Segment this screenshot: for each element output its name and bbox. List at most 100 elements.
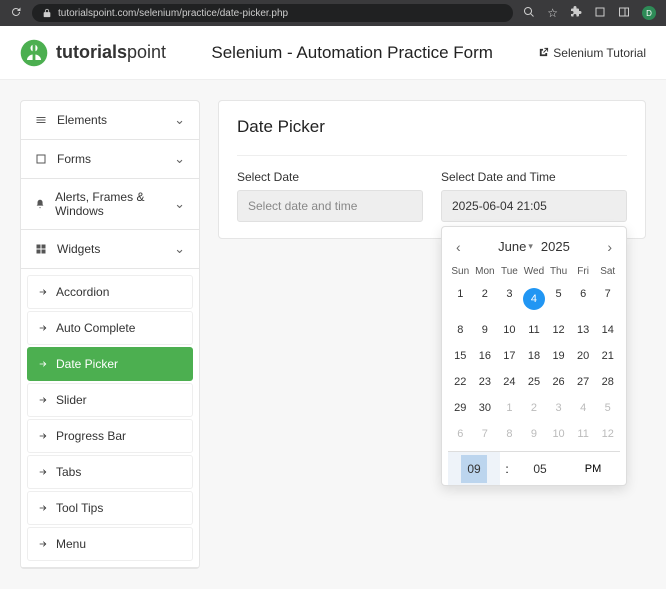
profile-avatar[interactable]: D [642,6,656,20]
sidebar-item-tabs[interactable]: Tabs [27,455,193,489]
sidebar: Elements ⌄ Forms ⌄ Alerts, Frames & Wind… [20,100,200,569]
dow-header: Thu [546,262,571,281]
brand-text: tutorialspoint [56,42,166,63]
calendar-day[interactable]: 23 [473,369,498,395]
address-bar[interactable]: tutorialspoint.com/selenium/practice/dat… [32,4,513,22]
calendar-day[interactable]: 10 [546,421,571,447]
url-text: tutorialspoint.com/selenium/practice/dat… [58,8,288,19]
calendar-day[interactable]: 13 [571,317,596,343]
download-icon[interactable] [594,6,606,21]
chevron-down-icon: ⌄ [174,196,185,212]
main-heading: Date Picker [237,117,627,137]
arrow-right-icon [38,503,48,513]
sidebar-item-datepicker[interactable]: Date Picker [27,347,193,381]
minute-input[interactable]: 05 [514,452,566,485]
widgets-icon [35,243,47,255]
calendar-day[interactable]: 11 [571,421,596,447]
panel-icon[interactable] [618,6,630,21]
selenium-tutorial-link[interactable]: Selenium Tutorial [538,46,646,60]
arrow-right-icon [38,287,48,297]
sidebar-item-tooltips[interactable]: Tool Tips [27,491,193,525]
calendar-popup: ‹ June▾ 2025 › SunMonTueWedThuFriSat1234… [441,226,627,486]
calendar-day[interactable]: 27 [571,369,596,395]
calendar-day[interactable]: 14 [595,317,620,343]
arrow-right-icon [38,323,48,333]
calendar-day[interactable]: 9 [522,421,547,447]
chevron-down-icon: ▾ [528,241,533,252]
calendar-day[interactable]: 8 [448,317,473,343]
prev-month-button[interactable]: ‹ [450,237,467,257]
extensions-icon[interactable] [570,6,582,21]
next-month-button[interactable]: › [601,237,618,257]
tutorialspoint-logo-icon [20,39,48,67]
search-icon[interactable] [523,6,535,21]
calendar-day[interactable]: 7 [595,281,620,317]
calendar-day[interactable]: 2 [522,395,547,421]
calendar-day[interactable]: 4 [571,395,596,421]
calendar-day[interactable]: 25 [522,369,547,395]
calendar-day[interactable]: 1 [497,395,522,421]
dow-header: Tue [497,262,522,281]
month-selector[interactable]: June▾ [498,239,533,254]
calendar-day[interactable]: 10 [497,317,522,343]
calendar-day[interactable]: 6 [571,281,596,317]
bell-icon [35,198,45,210]
calendar-day[interactable]: 22 [448,369,473,395]
year-label[interactable]: 2025 [541,239,570,254]
reload-icon[interactable] [10,6,22,21]
dow-header: Fri [571,262,596,281]
sidebar-section-elements[interactable]: Elements ⌄ [21,101,199,140]
chevron-down-icon: ⌄ [174,151,185,167]
divider [237,155,627,156]
dow-header: Wed [522,262,547,281]
calendar-day[interactable]: 9 [473,317,498,343]
calendar-day[interactable]: 15 [448,343,473,369]
calendar-day[interactable]: 21 [595,343,620,369]
select-datetime-input[interactable]: 2025-06-04 21:05 [441,190,627,222]
time-picker-bar: 09 : 05 PM [448,451,620,485]
calendar-day[interactable]: 29 [448,395,473,421]
calendar-day[interactable]: 2 [473,281,498,317]
sidebar-item-accordion[interactable]: Accordion [27,275,193,309]
calendar-day[interactable]: 8 [497,421,522,447]
calendar-day[interactable]: 12 [546,317,571,343]
calendar-day[interactable]: 30 [473,395,498,421]
sidebar-item-menu[interactable]: Menu [27,527,193,561]
calendar-day[interactable]: 18 [522,343,547,369]
calendar-day[interactable]: 5 [546,281,571,317]
browser-chrome-bar: tutorialspoint.com/selenium/practice/dat… [0,0,666,26]
calendar-day[interactable]: 11 [522,317,547,343]
calendar-day[interactable]: 19 [546,343,571,369]
sidebar-item-autocomplete[interactable]: Auto Complete [27,311,193,345]
brand-logo[interactable]: tutorialspoint [20,39,166,67]
external-link-icon [538,47,549,58]
dow-header: Sat [595,262,620,281]
calendar-day[interactable]: 16 [473,343,498,369]
sidebar-section-widgets[interactable]: Widgets ⌄ [21,230,199,269]
calendar-day[interactable]: 3 [497,281,522,317]
calendar-day[interactable]: 7 [473,421,498,447]
select-date-input[interactable]: Select date and time [237,190,423,222]
calendar-day[interactable]: 5 [595,395,620,421]
dow-header: Sun [448,262,473,281]
sidebar-item-progress[interactable]: Progress Bar [27,419,193,453]
sidebar-section-forms[interactable]: Forms ⌄ [21,140,199,179]
calendar-day[interactable]: 6 [448,421,473,447]
hour-input[interactable]: 09 [448,452,500,485]
calendar-day[interactable]: 24 [497,369,522,395]
calendar-day[interactable]: 3 [546,395,571,421]
calendar-day[interactable]: 20 [571,343,596,369]
sidebar-section-alerts[interactable]: Alerts, Frames & Windows ⌄ [21,179,199,230]
select-date-field: Select Date Select date and time [237,170,423,222]
calendar-day[interactable]: 1 [448,281,473,317]
ampm-toggle[interactable]: PM [566,463,620,475]
calendar-day[interactable]: 4 [522,281,547,317]
calendar-day[interactable]: 17 [497,343,522,369]
calendar-day[interactable]: 26 [546,369,571,395]
calendar-day[interactable]: 12 [595,421,620,447]
arrow-right-icon [38,395,48,405]
star-icon[interactable]: ☆ [547,6,558,20]
calendar-day[interactable]: 28 [595,369,620,395]
page-title: Selenium - Automation Practice Form [211,43,493,63]
sidebar-item-slider[interactable]: Slider [27,383,193,417]
